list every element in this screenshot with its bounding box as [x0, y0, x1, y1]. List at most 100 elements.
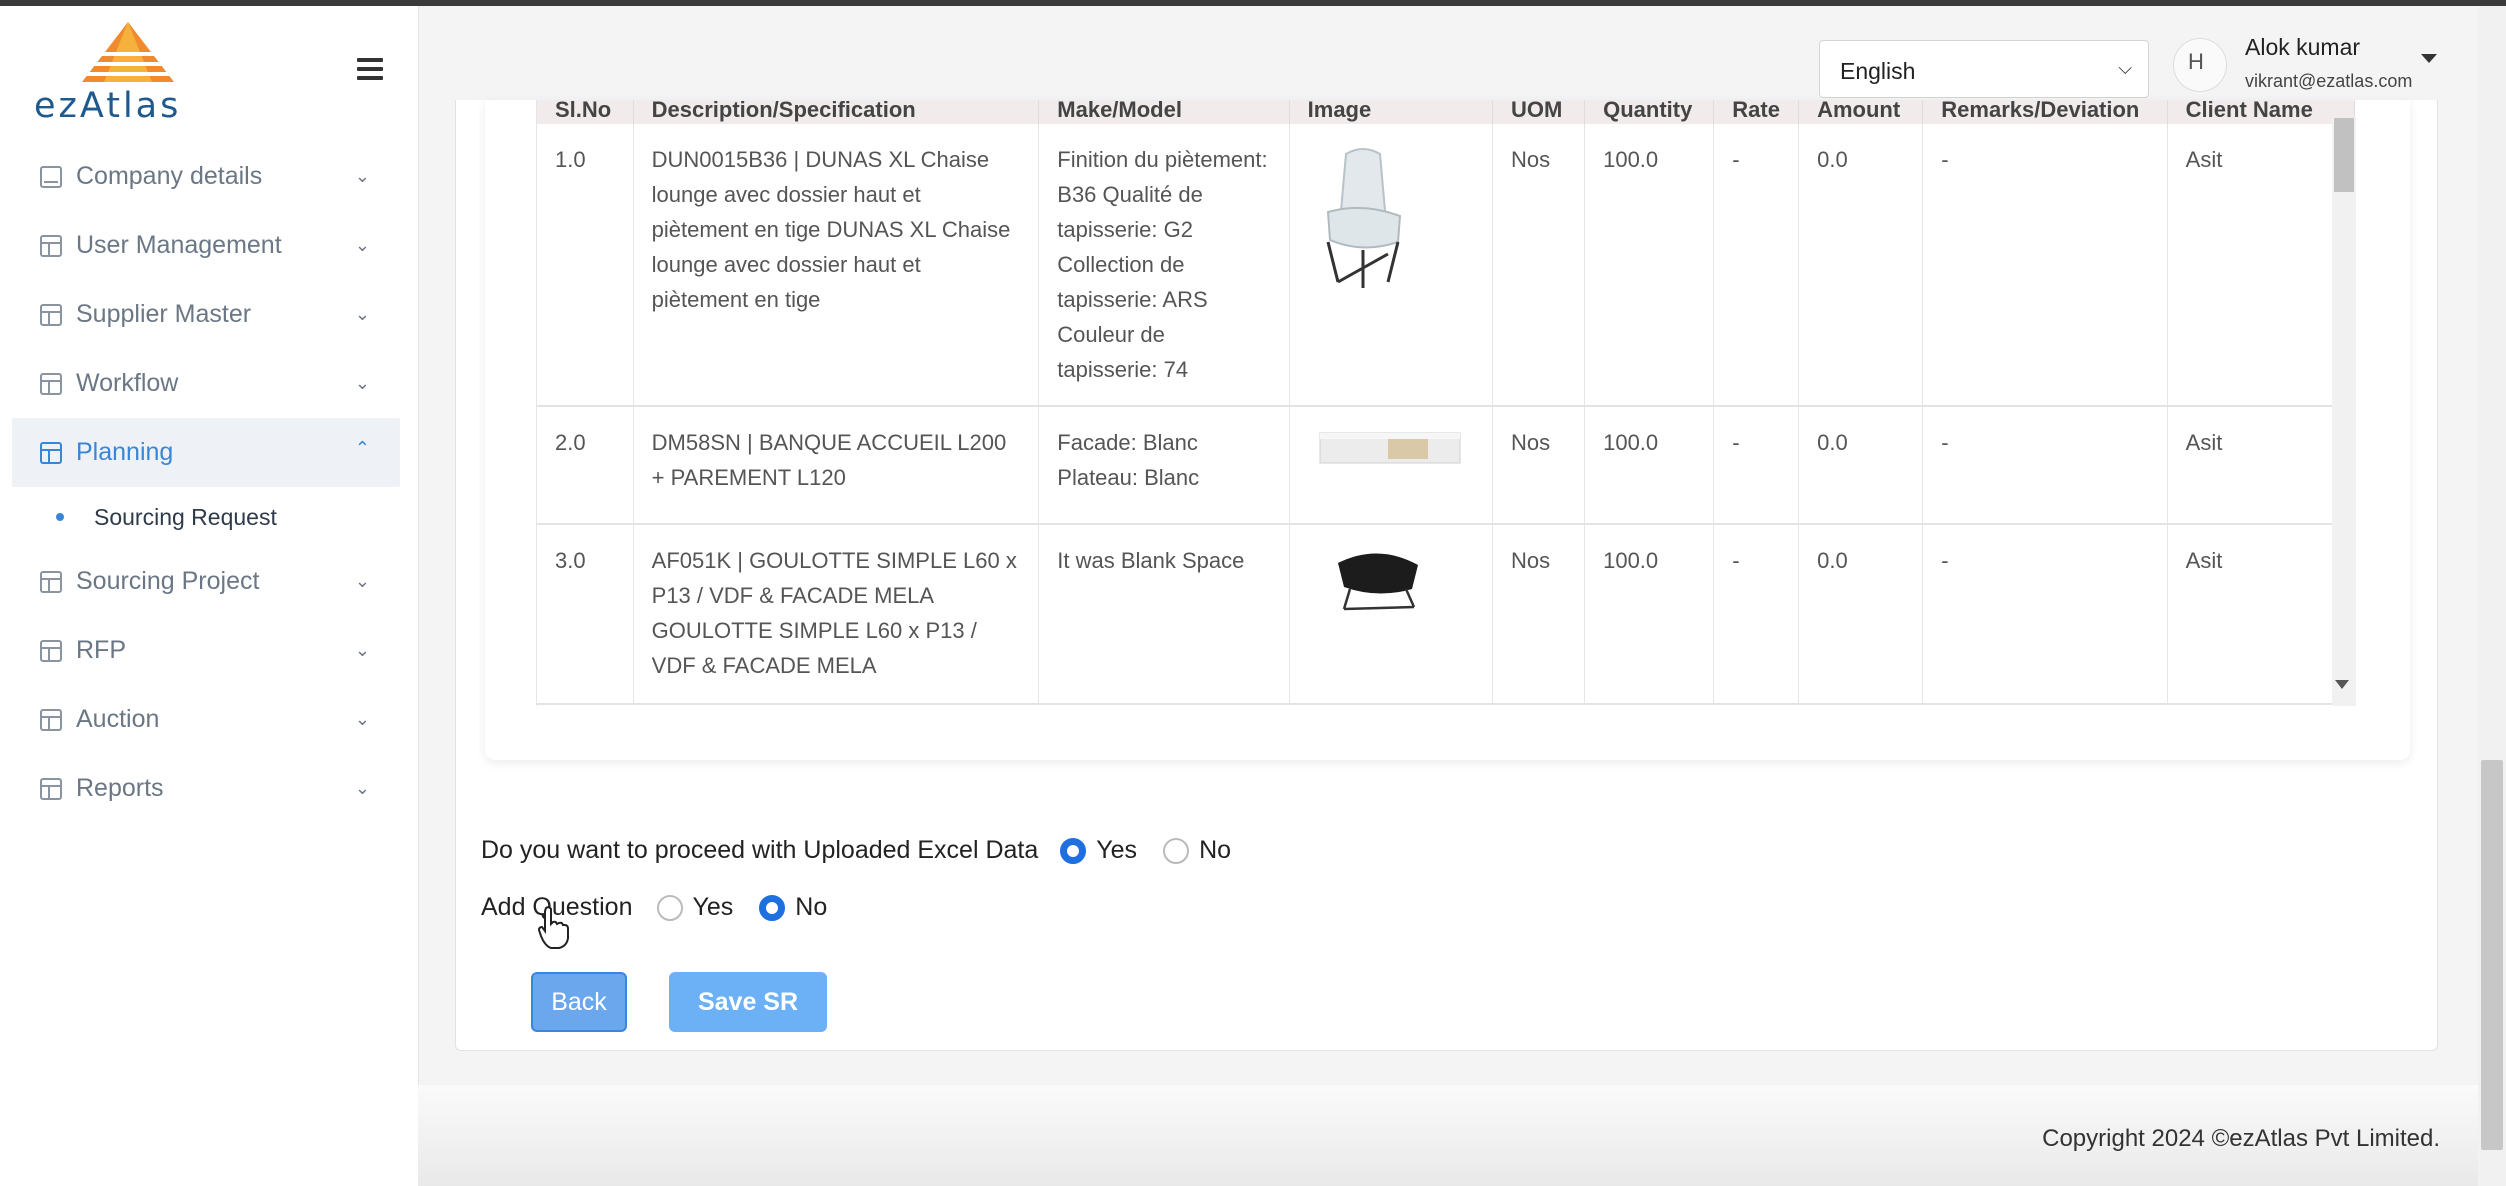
- add-question-no-option[interactable]: No: [759, 893, 827, 922]
- cell-uom: Nos: [1492, 406, 1586, 525]
- cell-rate: -: [1713, 406, 1800, 525]
- cell-rate: -: [1713, 524, 1800, 705]
- column-header[interactable]: Image: [1289, 100, 1493, 124]
- scroll-down-arrow-icon[interactable]: [2335, 680, 2349, 689]
- cell-description: AF051K | GOULOTTE SIMPLE L60 x P13 / VDF…: [633, 524, 1040, 705]
- sidebar-item-label: Reports: [76, 774, 164, 802]
- cell-image: [1289, 524, 1493, 705]
- table-scrollbar[interactable]: [2332, 118, 2356, 706]
- cell-sl: 2.0: [537, 406, 634, 525]
- table-icon: [40, 570, 62, 593]
- proceed-yes-option[interactable]: Yes: [1060, 836, 1137, 865]
- proceed-no-option[interactable]: No: [1163, 836, 1231, 865]
- cell-client: Asit: [2167, 524, 2355, 705]
- chevron-down-icon: ⌄: [354, 571, 370, 591]
- language-select[interactable]: English ⌵: [1819, 40, 2149, 98]
- column-header[interactable]: Quantity: [1584, 100, 1715, 124]
- sidebar-item-workflow[interactable]: Workflow ⌄: [12, 349, 400, 418]
- table-row: 2.0 DM58SN | BANQUE ACCUEIL L200 + PAREM…: [537, 406, 2355, 525]
- add-question-yes-option[interactable]: Yes: [656, 893, 734, 922]
- table-icon: [40, 303, 62, 326]
- bullet-icon: [56, 513, 64, 521]
- sidebar-subitem-label: Sourcing Request: [94, 503, 277, 530]
- sidebar-item-rfp[interactable]: RFP ⌄: [12, 616, 400, 685]
- proceed-no-radio[interactable]: [1163, 837, 1190, 864]
- cell-amount: 0.0: [1798, 524, 1924, 705]
- chevron-down-icon: ⌵: [2118, 58, 2132, 78]
- caret-down-icon[interactable]: [2421, 54, 2437, 63]
- cell-make-model: Facade: Blanc Plateau: Blanc: [1038, 406, 1290, 525]
- sidebar-item-sourcing-project[interactable]: Sourcing Project ⌄: [12, 547, 400, 616]
- cell-make-model: Finition du piètement: B36 Qualité de ta…: [1038, 124, 1290, 407]
- cell-remarks: -: [1922, 524, 2168, 705]
- avatar[interactable]: H: [2173, 38, 2227, 92]
- table-icon: [40, 777, 62, 800]
- add-question-yes-label[interactable]: Yes: [693, 893, 734, 922]
- back-button[interactable]: Back: [531, 972, 627, 1032]
- sidebar-item-label: Company details: [76, 162, 263, 190]
- add-question-no-radio[interactable]: [759, 894, 786, 921]
- cell-quantity: 100.0: [1584, 124, 1715, 407]
- reception-desk-image[interactable]: [1318, 425, 1464, 471]
- page-scroll-thumb[interactable]: [2481, 760, 2503, 1150]
- chevron-down-icon: ⌄: [354, 640, 370, 660]
- add-question-yes-radio[interactable]: [656, 894, 683, 921]
- items-table-container: Sl.No Description/Specification Make/Mod…: [536, 100, 2355, 706]
- black-lounge-chair-image[interactable]: [1328, 543, 1428, 613]
- sidebar-item-user-management[interactable]: User Management ⌄: [12, 211, 400, 280]
- cell-sl: 3.0: [537, 524, 634, 705]
- chevron-down-icon: ⌄: [354, 304, 370, 324]
- proceed-no-label[interactable]: No: [1199, 836, 1231, 865]
- language-value: English: [1840, 58, 1916, 84]
- add-question-no-label[interactable]: No: [795, 893, 827, 922]
- cell-quantity: 100.0: [1584, 406, 1715, 525]
- avatar-alt-text: H: [2188, 49, 2204, 74]
- logo-text: ezAtlas: [34, 86, 182, 126]
- column-header[interactable]: Rate: [1713, 100, 1800, 124]
- column-header[interactable]: Amount: [1798, 100, 1924, 124]
- white-lounge-chair-image[interactable]: [1308, 142, 1418, 292]
- sidebar-item-label: Auction: [76, 705, 160, 733]
- table-icon: [40, 372, 62, 395]
- cell-quantity: 100.0: [1584, 524, 1715, 705]
- table-scroll-thumb[interactable]: [2334, 118, 2354, 192]
- column-header[interactable]: UOM: [1492, 100, 1586, 124]
- user-name[interactable]: Alok kumar: [2245, 34, 2360, 61]
- cell-amount: 0.0: [1798, 406, 1924, 525]
- table-icon: [40, 639, 62, 662]
- proceed-yes-radio[interactable]: [1060, 837, 1087, 864]
- cell-image: [1289, 406, 1493, 525]
- cell-description: DUN0015B36 | DUNAS XL Chaise lounge avec…: [633, 124, 1040, 407]
- menu-toggle-icon[interactable]: [357, 58, 383, 80]
- proceed-yes-label[interactable]: Yes: [1096, 836, 1137, 865]
- sidebar-item-planning[interactable]: Planning ⌃: [12, 418, 400, 487]
- column-header[interactable]: Make/Model: [1038, 100, 1290, 124]
- cell-remarks: -: [1922, 406, 2168, 525]
- sidebar-item-label: Supplier Master: [76, 300, 252, 328]
- sidebar-item-reports[interactable]: Reports ⌄: [12, 754, 400, 823]
- user-email: vikrant@ezatlas.com: [2245, 71, 2413, 91]
- sidebar-nav: Company details ⌄ User Management ⌄ Supp…: [12, 142, 400, 823]
- sidebar-item-supplier-master[interactable]: Supplier Master ⌄: [12, 280, 400, 349]
- sidebar-item-auction[interactable]: Auction ⌄: [12, 685, 400, 754]
- chevron-down-icon: ⌄: [354, 709, 370, 729]
- sidebar-item-label: Planning: [76, 438, 174, 466]
- cell-image: [1289, 124, 1493, 407]
- column-header[interactable]: Client Name: [2167, 100, 2355, 124]
- cell-rate: -: [1713, 124, 1800, 407]
- column-header[interactable]: Sl.No: [537, 100, 634, 124]
- table-row: 3.0 AF051K | GOULOTTE SIMPLE L60 x P13 /…: [537, 524, 2355, 705]
- column-header[interactable]: Remarks/Deviation: [1922, 100, 2168, 124]
- sidebar-subitem-sourcing-request[interactable]: Sourcing Request: [12, 487, 400, 547]
- save-sr-button[interactable]: Save SR: [669, 972, 827, 1032]
- table-row: 1.0 DUN0015B36 | DUNAS XL Chaise lounge …: [537, 124, 2355, 407]
- cell-amount: 0.0: [1798, 124, 1924, 407]
- table-header-row: Sl.No Description/Specification Make/Mod…: [537, 100, 2355, 124]
- cell-remarks: -: [1922, 124, 2168, 407]
- chevron-up-icon: ⌃: [354, 438, 370, 458]
- column-header[interactable]: Description/Specification: [633, 100, 1040, 124]
- cell-make-model: It was Blank Space: [1038, 524, 1290, 705]
- sidebar-item-company-details[interactable]: Company details ⌄: [12, 142, 400, 211]
- sidebar-item-label: Sourcing Project: [76, 567, 260, 595]
- book-icon: [40, 165, 62, 188]
